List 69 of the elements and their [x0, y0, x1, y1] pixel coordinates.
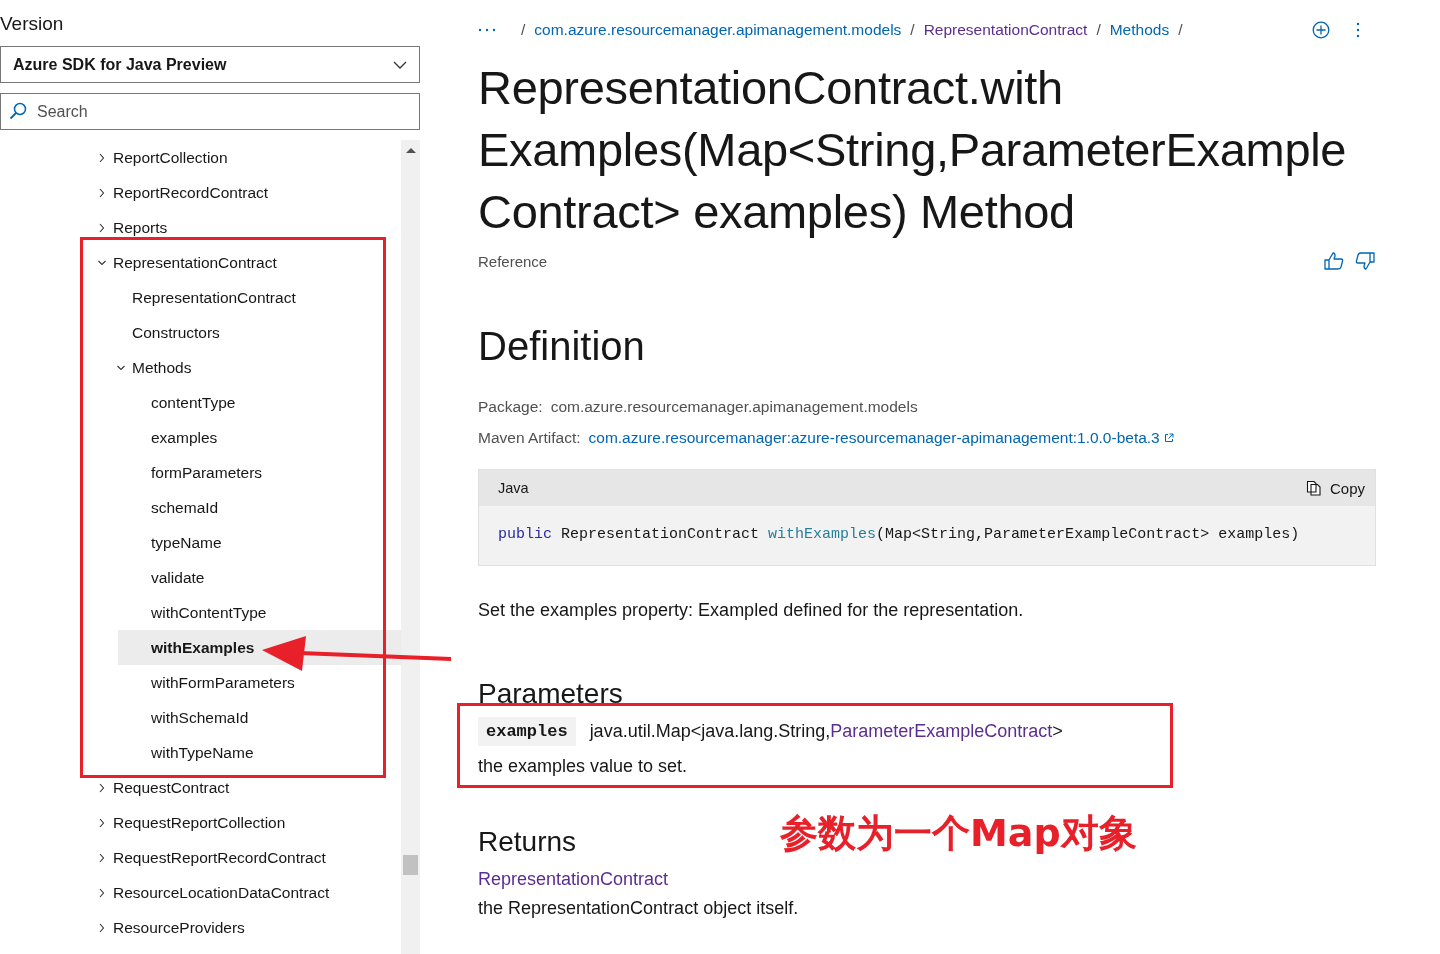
section-heading: Parameters: [478, 677, 623, 711]
breadcrumb-link[interactable]: com.azure.resourcemanager.apimanagement.models: [534, 21, 902, 38]
tree-item[interactable]: withContentType: [118, 595, 401, 630]
tree-item[interactable]: RequestReportCollection: [80, 805, 401, 840]
more-options-icon[interactable]: [1356, 22, 1360, 38]
breadcrumb-separator: /: [1178, 21, 1183, 38]
tree-item[interactable]: ReportRecordContract: [80, 175, 401, 210]
tree-item[interactable]: RequestReportRecordContract: [80, 840, 401, 875]
tree-item[interactable]: ReportCollection: [80, 140, 401, 175]
chevron-right-icon: [98, 152, 106, 163]
parameter-name: examples: [478, 717, 576, 746]
copy-icon: [1305, 480, 1322, 496]
tree-item[interactable]: withFormParameters: [118, 665, 401, 700]
chevron-right-icon: [98, 187, 106, 198]
add-circle-icon[interactable]: [1312, 21, 1330, 39]
parameter-description: the examples value to set.: [478, 756, 689, 777]
package-label: Package:: [478, 398, 543, 415]
scrollbar[interactable]: [401, 140, 420, 954]
tree-item[interactable]: Constructors: [99, 315, 401, 350]
code-language-label: Java: [498, 480, 529, 496]
breadcrumb-separator: /: [910, 21, 915, 38]
chevron-down-icon: [393, 60, 407, 69]
tree-item[interactable]: formParameters: [118, 455, 401, 490]
code-line: public RepresentationContract withExamples(Map<String,ParameterExampleContract> examples): [497, 525, 1301, 545]
tree-item[interactable]: RepresentationContract: [80, 245, 401, 280]
maven-artifact-link[interactable]: com.azure.resourcemanager:azure-resourcemanager-apimanagement:1.0.0-beta.3: [588, 429, 1160, 446]
version-dropdown[interactable]: Azure SDK for Java Preview: [0, 46, 420, 83]
chevron-right-icon: [98, 887, 106, 898]
parameter-type: java.util.Map<java.lang.String,ParameterExampleContract>: [589, 721, 1063, 742]
method-description: Set the examples property: Exampled defined for the representation.: [478, 600, 1025, 621]
annotation-text: 参数为一个Map对象: [780, 810, 1137, 857]
maven-artifact-label: Maven Artifact:: [478, 429, 581, 446]
chevron-right-icon: [98, 222, 106, 233]
external-link-icon: [1163, 433, 1174, 443]
chevron-right-icon: [98, 817, 106, 828]
chevron-right-icon: [98, 782, 106, 793]
tree-item[interactable]: schemaId: [118, 490, 401, 525]
search-field[interactable]: Search: [0, 93, 420, 130]
tree-item[interactable]: Methods: [99, 350, 401, 385]
version-label: Version: [0, 12, 65, 36]
tree-item[interactable]: RequestContract: [80, 770, 401, 805]
chevron-right-icon: [98, 922, 106, 933]
breadcrumb-link[interactable]: RepresentationContract: [923, 21, 1088, 38]
tree-item[interactable]: validate: [118, 560, 401, 595]
breadcrumb-separator: /: [1096, 21, 1101, 38]
section-heading: Definition: [478, 323, 646, 370]
ellipsis-icon[interactable]: [478, 28, 496, 32]
parameter-type-link[interactable]: ParameterExampleContract: [830, 721, 1053, 741]
page-type-label: Reference: [478, 252, 548, 270]
page-title: RepresentationContract.with Examples(Map<String,ParameterExample Contract> examples) Method: [478, 60, 1348, 240]
return-description: the RepresentationContract object itself.: [478, 898, 800, 919]
tree-item[interactable]: withTypeName: [118, 735, 401, 770]
tree-item[interactable]: RepresentationContract: [99, 280, 401, 315]
breadcrumb-link[interactable]: Methods: [1109, 21, 1170, 38]
thumbs-down-icon[interactable]: [1354, 251, 1376, 271]
package-name: com.azure.resourcemanager.apimanagement.models: [550, 398, 918, 415]
copy-button[interactable]: Copy: [1305, 479, 1365, 497]
tree-item[interactable]: Reports: [80, 210, 401, 245]
chevron-right-icon: [98, 852, 106, 863]
section-heading: Returns: [478, 825, 577, 859]
tree-item[interactable]: typeName: [118, 525, 401, 560]
tree-item[interactable]: ResourceLocationDataContract: [80, 875, 401, 910]
return-type-link[interactable]: RepresentationContract: [478, 869, 669, 890]
tree-item[interactable]: examples: [118, 420, 401, 455]
tree-item[interactable]: ResourceProviders: [80, 910, 401, 945]
breadcrumb-separator: /: [521, 21, 526, 38]
tree-item[interactable]: contentType: [118, 385, 401, 420]
tree-item[interactable]: withSchemaId: [118, 700, 401, 735]
thumbs-up-icon[interactable]: [1323, 251, 1345, 271]
